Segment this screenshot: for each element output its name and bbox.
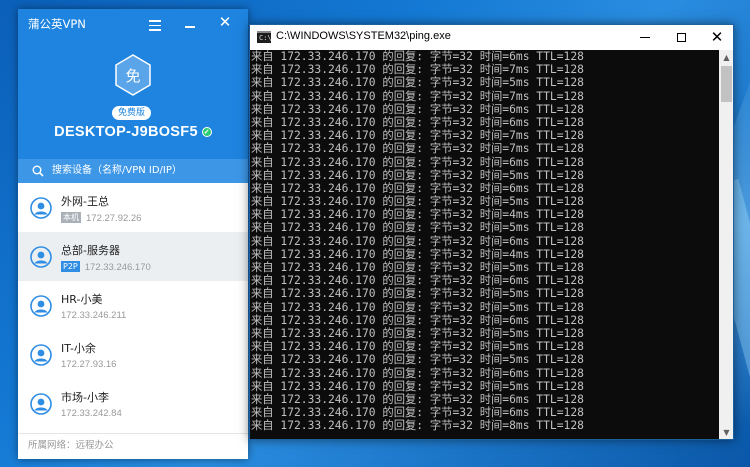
- device-meta: 本机 172.27.92.26: [61, 212, 141, 224]
- device-name: 总部-服务器: [61, 244, 120, 257]
- device-item[interactable]: HR-小美 172.33.246.211: [18, 281, 248, 330]
- device-item[interactable]: 总部-服务器 P2P 172.33.246.170: [18, 232, 248, 281]
- user-avatar-icon: [30, 344, 52, 366]
- console-line: 来自 172.33.246.170 的回复: 字节=32 时间=5ms TTL=…: [251, 168, 584, 182]
- console-output[interactable]: 来自 172.33.246.170 的回复: 字节=32 时间=6ms TTL=…: [251, 50, 719, 439]
- vertical-scrollbar[interactable]: ▲ ▼: [719, 50, 733, 439]
- console-line: 来自 172.33.246.170 的回复: 字节=32 时间=6ms TTL=…: [251, 50, 584, 63]
- console-line: 来自 172.33.246.170 的回复: 字节=32 时间=4ms TTL=…: [251, 208, 584, 222]
- console-line: 来自 172.33.246.170 的回复: 字节=32 时间=6ms TTL=…: [251, 155, 584, 169]
- search-input[interactable]: 搜索设备（名称/VPN ID/IP）: [18, 159, 248, 183]
- console-line: 来自 172.33.246.170 的回复: 字节=32 时间=5ms TTL=…: [251, 353, 584, 367]
- console-line: 来自 172.33.246.170 的回复: 字节=32 时间=5ms TTL=…: [251, 195, 584, 209]
- console-line: 来自 172.33.246.170 的回复: 字节=32 时间=5ms TTL=…: [251, 76, 584, 90]
- console-line: 来自 172.33.246.170 的回复: 字节=32 时间=6ms TTL=…: [251, 366, 584, 380]
- console-line: 来自 172.33.246.170 的回复: 字节=32 时间=5ms TTL=…: [251, 379, 584, 393]
- console-titlebar[interactable]: C:\ C:\WINDOWS\SYSTEM32\ping.exe ✕: [250, 25, 733, 50]
- device-name: IT-小余: [61, 342, 96, 355]
- console-line: 来自 172.33.246.170 的回复: 字节=32 时间=7ms TTL=…: [251, 129, 584, 143]
- maximize-button[interactable]: [663, 25, 699, 50]
- console-line: 来自 172.33.246.170 的回复: 字节=32 时间=7ms TTL=…: [251, 89, 584, 103]
- device-meta: 172.33.246.211: [61, 310, 126, 321]
- console-line: 来自 172.33.246.170 的回复: 字节=32 时间=6ms TTL=…: [251, 313, 584, 327]
- search-icon: [32, 165, 44, 177]
- user-avatar-icon: [30, 246, 52, 268]
- host-name: DESKTOP-J9BOSF5 ✓: [18, 124, 248, 140]
- p2p-tag: P2P: [61, 261, 80, 272]
- menu-icon[interactable]: [146, 14, 164, 32]
- minimize-button[interactable]: [627, 25, 663, 50]
- device-item[interactable]: IT-小余 172.27.93.16: [18, 330, 248, 379]
- device-ip: 172.27.92.26: [86, 213, 142, 224]
- console-line: 来自 172.33.246.170 的回复: 字节=32 时间=5ms TTL=…: [251, 261, 584, 274]
- device-meta: 172.27.93.16: [61, 359, 116, 370]
- vpn-header: 蒲公英VPN ✕ 免 免费版 DESKTOP-J9BOSF5 ✓ 搜索设备（名称/…: [18, 9, 248, 183]
- device-item[interactable]: 市场-小李 172.33.242.84: [18, 379, 248, 428]
- console-line: 来自 172.33.246.170 的回复: 字节=32 时间=5ms TTL=…: [251, 340, 584, 354]
- minimize-button[interactable]: [181, 14, 199, 32]
- local-tag: 本机: [61, 212, 81, 223]
- scroll-up-icon[interactable]: ▲: [719, 50, 733, 65]
- console-line: 来自 172.33.246.170 的回复: 字节=32 时间=6ms TTL=…: [251, 181, 584, 195]
- console-line: 来自 172.33.246.170 的回复: 字节=32 时间=5ms TTL=…: [251, 287, 584, 301]
- console-line: 来自 172.33.246.170 的回复: 字节=32 时间=7ms TTL=…: [251, 142, 584, 156]
- user-avatar-icon: [30, 393, 52, 415]
- console-line: 来自 172.33.246.170 的回复: 字节=32 时间=8ms TTL=…: [251, 419, 584, 433]
- user-avatar-icon: [30, 295, 52, 317]
- close-button[interactable]: ✕: [699, 25, 733, 50]
- scroll-down-icon[interactable]: ▼: [719, 425, 733, 439]
- device-name: 外网-王总: [61, 195, 109, 208]
- close-button[interactable]: ✕: [216, 14, 234, 32]
- device-ip: 172.33.246.211: [61, 310, 127, 321]
- device-meta: 172.33.242.84: [61, 408, 122, 419]
- console-line: 来自 172.33.246.170 的回复: 字节=32 时间=5ms TTL=…: [251, 300, 584, 314]
- user-avatar-icon: [30, 197, 52, 219]
- console-window: C:\ C:\WINDOWS\SYSTEM32\ping.exe ✕ 来自 17…: [249, 24, 734, 440]
- device-ip: 172.27.93.16: [61, 359, 117, 370]
- console-line: 来自 172.33.246.170 的回复: 字节=32 时间=4ms TTL=…: [251, 247, 584, 261]
- device-item[interactable]: 外网-王总 本机 172.27.92.26: [18, 183, 248, 232]
- console-line: 来自 172.33.246.170 的回复: 字节=32 时间=6ms TTL=…: [251, 406, 584, 420]
- search-placeholder: 搜索设备（名称/VPN ID/IP）: [52, 165, 182, 176]
- console-line: 来自 172.33.246.170 的回复: 字节=32 时间=5ms TTL=…: [251, 326, 584, 340]
- console-line: 来自 172.33.246.170 的回复: 字节=32 时间=6ms TTL=…: [251, 115, 584, 129]
- console-title: C:\WINDOWS\SYSTEM32\ping.exe: [276, 30, 451, 42]
- device-ip: 172.33.242.84: [61, 408, 122, 419]
- console-line: 来自 172.33.246.170 的回复: 字节=32 时间=5ms TTL=…: [251, 221, 584, 235]
- console-line: 来自 172.33.246.170 的回复: 字节=32 时间=6ms TTL=…: [251, 392, 584, 406]
- console-line: 来自 172.33.246.170 的回复: 字节=32 时间=7ms TTL=…: [251, 63, 584, 77]
- console-app-icon: C:\: [257, 31, 272, 43]
- console-line: 来自 172.33.246.170 的回复: 字节=32 时间=6ms TTL=…: [251, 102, 584, 116]
- vpn-app-window: 蒲公英VPN ✕ 免 免费版 DESKTOP-J9BOSF5 ✓ 搜索设备（名称/…: [18, 9, 248, 459]
- online-check-icon: ✓: [201, 127, 212, 138]
- network-footer: 所属网络：远程办公: [18, 433, 248, 459]
- account-hexagon-icon: 免: [115, 54, 151, 96]
- device-name: 市场-小李: [61, 391, 109, 404]
- console-line: 来自 172.33.246.170 的回复: 字节=32 时间=6ms TTL=…: [251, 234, 584, 248]
- app-title: 蒲公英VPN: [28, 17, 86, 31]
- console-line: 来自 172.33.246.170 的回复: 字节=32 时间=6ms TTL=…: [251, 274, 584, 288]
- plan-badge: 免费版: [112, 106, 152, 120]
- device-meta: P2P 172.33.246.170: [61, 261, 151, 273]
- device-name: HR-小美: [61, 293, 103, 306]
- device-list: 外网-王总 本机 172.27.92.26 总部-服务器 P2P 172.33.24…: [18, 183, 248, 428]
- device-ip: 172.33.246.170: [84, 262, 151, 273]
- host-name-text: DESKTOP-J9BOSF5: [54, 124, 198, 140]
- scrollbar-thumb[interactable]: [721, 66, 732, 102]
- logo-char: 免: [125, 67, 140, 85]
